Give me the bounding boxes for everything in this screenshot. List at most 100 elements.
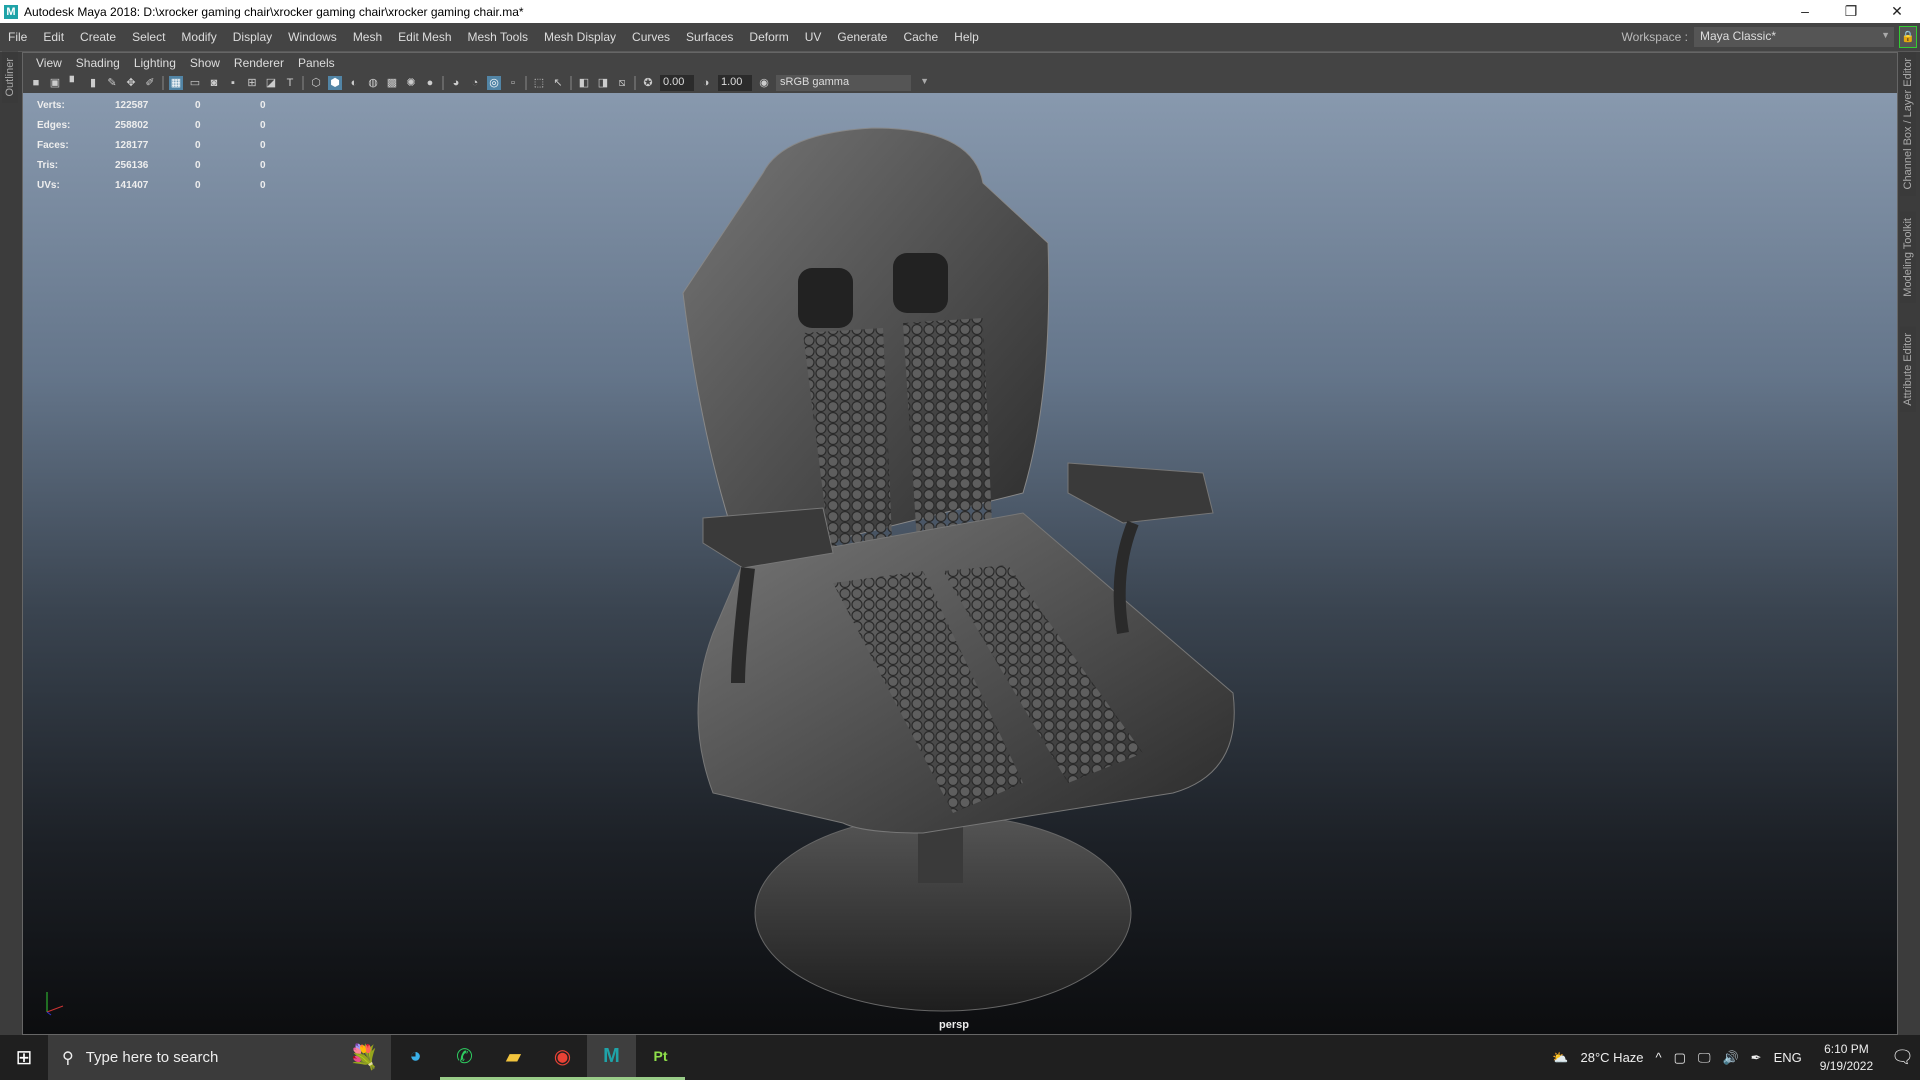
- pencil-icon[interactable]: ✐: [143, 76, 157, 90]
- menu-display[interactable]: Display: [225, 30, 280, 44]
- weather-text[interactable]: 28°C Haze: [1581, 1050, 1644, 1065]
- menu-mesh-display[interactable]: Mesh Display: [536, 30, 624, 44]
- menu-modify[interactable]: Modify: [173, 30, 224, 44]
- resolution-gate-icon[interactable]: ◙: [207, 76, 221, 90]
- menu-deform[interactable]: Deform: [741, 30, 796, 44]
- volume-icon[interactable]: 🔊: [1722, 1050, 1738, 1066]
- gamma-input[interactable]: 1.00: [718, 75, 752, 91]
- hud-total: 141407: [115, 179, 149, 191]
- safe-title-icon[interactable]: T: [283, 76, 297, 90]
- menu-surfaces[interactable]: Surfaces: [678, 30, 741, 44]
- smooth-shade-icon[interactable]: ⬢: [328, 76, 342, 90]
- menu-file[interactable]: File: [0, 30, 35, 44]
- xray-joints-icon[interactable]: ◧: [577, 76, 591, 90]
- xray-active-icon[interactable]: ◨: [596, 76, 610, 90]
- headrest-slot-right: [893, 253, 948, 313]
- isolate-select-icon[interactable]: ⬚: [532, 76, 546, 90]
- grid-icon[interactable]: ▦: [169, 76, 183, 90]
- right-dock: Channel Box / Layer Editor Modeling Tool…: [1898, 52, 1920, 1035]
- panel-menu-view[interactable]: View: [29, 56, 69, 70]
- field-chart-icon[interactable]: ⊞: [245, 76, 259, 90]
- restore-button[interactable]: ❐: [1828, 0, 1874, 23]
- clock[interactable]: 6:10 PM 9/19/2022: [1820, 1041, 1873, 1075]
- panel-menu-show[interactable]: Show: [183, 56, 227, 70]
- file-explorer-icon[interactable]: ▰: [489, 1035, 538, 1080]
- panel-menu-renderer[interactable]: Renderer: [227, 56, 291, 70]
- panel-menu-lighting[interactable]: Lighting: [127, 56, 183, 70]
- exposure-input[interactable]: 0.00: [660, 75, 694, 91]
- attribute-editor-tab[interactable]: Attribute Editor: [1900, 327, 1916, 412]
- color-space-dropdown[interactable]: sRGB gamma: [776, 75, 929, 91]
- hud-total: 128177: [115, 139, 149, 151]
- notifications-icon[interactable]: 🗨: [1891, 1047, 1914, 1068]
- maya-taskbar-icon[interactable]: M: [587, 1035, 636, 1080]
- select-camera-icon[interactable]: ■: [29, 76, 43, 90]
- wireframe-on-shaded-icon[interactable]: ◍: [366, 76, 380, 90]
- close-button[interactable]: ✕: [1874, 0, 1920, 23]
- ambient-occlusion-icon[interactable]: ◕: [449, 76, 463, 90]
- windows-start-icon[interactable]: ⊞: [0, 1035, 48, 1080]
- viewport-panel: View Shading Lighting Show Renderer Pane…: [22, 52, 1898, 1035]
- wireframe-icon[interactable]: ⬡: [309, 76, 323, 90]
- system-tray: ⛅ 28°C Haze ^ ▢ 🖵 🔊 ✒ ENG 6:10 PM 9/19/2…: [1546, 1035, 1920, 1080]
- menu-curves[interactable]: Curves: [624, 30, 678, 44]
- meet-now-icon[interactable]: ▢: [1674, 1050, 1686, 1066]
- taskbar-search[interactable]: ⚲ Type here to search 💐: [48, 1035, 391, 1080]
- gamma-icon[interactable]: ◑: [699, 76, 713, 90]
- modeling-toolkit-tab[interactable]: Modeling Toolkit: [1900, 212, 1916, 303]
- panel-menu-panels[interactable]: Panels: [291, 56, 342, 70]
- 2d-pan-zoom-icon[interactable]: ✥: [124, 76, 138, 90]
- menu-cache[interactable]: Cache: [895, 30, 946, 44]
- lights-icon[interactable]: ✺: [404, 76, 418, 90]
- weather-icon: ⛅: [1552, 1049, 1569, 1065]
- outliner-tab[interactable]: Outliner: [2, 52, 18, 103]
- whatsapp-icon[interactable]: ✆: [440, 1035, 489, 1080]
- substance-painter-icon[interactable]: Pt: [636, 1035, 685, 1080]
- menu-mesh[interactable]: Mesh: [345, 30, 390, 44]
- window-title: Autodesk Maya 2018: D:\xrocker gaming ch…: [24, 4, 524, 19]
- chrome-icon[interactable]: ◉: [538, 1035, 587, 1080]
- workspace-dropdown[interactable]: Maya Classic*: [1694, 27, 1894, 47]
- lock-icon[interactable]: 🔒: [1899, 26, 1917, 48]
- panel-menu-shading[interactable]: Shading: [69, 56, 127, 70]
- menu-edit-mesh[interactable]: Edit Mesh: [390, 30, 459, 44]
- chevron-up-icon[interactable]: ^: [1656, 1050, 1662, 1065]
- hud-component: 0: [260, 99, 266, 111]
- channel-box-tab[interactable]: Channel Box / Layer Editor: [1900, 52, 1916, 196]
- windows-taskbar: ⊞ ⚲ Type here to search 💐 ◕ ✆ ▰ ◉ M Pt ⛅…: [0, 1035, 1920, 1080]
- bookmark-icon[interactable]: ▘: [67, 76, 81, 90]
- xray-icon[interactable]: ↖: [551, 76, 565, 90]
- color-management-icon[interactable]: ◉: [757, 76, 771, 90]
- toolbar-divider: [525, 76, 527, 90]
- exposure-icon[interactable]: ✪: [641, 76, 655, 90]
- grease-pencil-icon[interactable]: ✎: [105, 76, 119, 90]
- shadows-icon[interactable]: ●: [423, 76, 437, 90]
- depth-of-field-icon[interactable]: ▫: [506, 76, 520, 90]
- network-icon[interactable]: 🖵: [1698, 1050, 1711, 1066]
- minimize-button[interactable]: –: [1782, 0, 1828, 23]
- safe-action-icon[interactable]: ◪: [264, 76, 278, 90]
- edge-icon[interactable]: ◕: [391, 1035, 440, 1080]
- menu-uv[interactable]: UV: [797, 30, 830, 44]
- anti-aliasing-icon[interactable]: ◎: [487, 76, 501, 90]
- language-indicator[interactable]: ENG: [1774, 1050, 1802, 1065]
- 3d-viewport[interactable]: Verts: 122587 0 0 Edges: 258802 0 0 Faces: 1281…: [23, 93, 1897, 1034]
- menu-select[interactable]: Select: [124, 30, 173, 44]
- gate-mask-icon[interactable]: ▪: [226, 76, 240, 90]
- panel-toolbar: ■ ▣ ▘ ▮ ✎ ✥ ✐ ▦ ▭ ◙ ▪ ⊞ ◪ T ⬡ ⬢ ◐ ◍ ▩ ✺ …: [23, 73, 1897, 93]
- menu-mesh-tools[interactable]: Mesh Tools: [460, 30, 536, 44]
- menu-edit[interactable]: Edit: [35, 30, 72, 44]
- menu-create[interactable]: Create: [72, 30, 124, 44]
- menu-generate[interactable]: Generate: [829, 30, 895, 44]
- textured-icon[interactable]: ▩: [385, 76, 399, 90]
- pen-icon[interactable]: ✒: [1751, 1050, 1762, 1066]
- film-gate-icon[interactable]: ▭: [188, 76, 202, 90]
- camera-attributes-icon[interactable]: ▣: [48, 76, 62, 90]
- image-plane-icon[interactable]: ▮: [86, 76, 100, 90]
- menu-help[interactable]: Help: [946, 30, 987, 44]
- motion-blur-icon[interactable]: ◔: [468, 76, 482, 90]
- backface-culling-icon[interactable]: ⧅: [615, 76, 629, 90]
- menu-windows[interactable]: Windows: [280, 30, 345, 44]
- toolbar-divider: [570, 76, 572, 90]
- default-material-icon[interactable]: ◐: [347, 76, 361, 90]
